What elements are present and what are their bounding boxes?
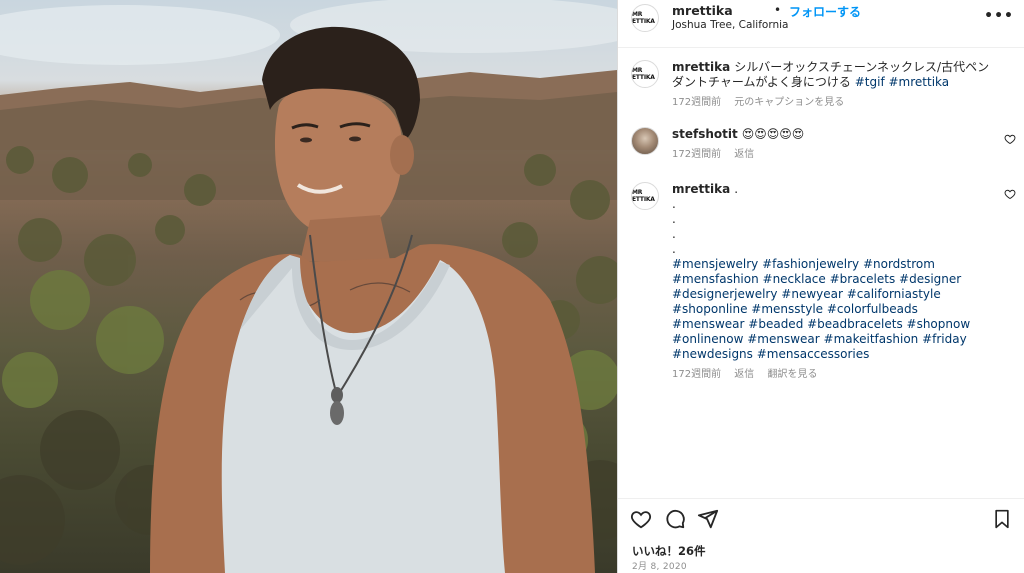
- post-photo-illustration: [0, 0, 617, 573]
- more-options-button[interactable]: •••: [984, 8, 1014, 24]
- comment-time[interactable]: 172週間前: [672, 369, 721, 380]
- post-actions: [618, 508, 1024, 534]
- comment-meta: 172週間前 返信 翻訳を見る: [672, 367, 992, 382]
- post-header: MR ETTIKA mrettika • フォローする Joshua Tree,…: [618, 0, 1024, 36]
- post-photo[interactable]: [0, 0, 617, 573]
- comment-username[interactable]: mrettika: [672, 182, 730, 196]
- comment-dot-line: .: [672, 227, 676, 241]
- comment-icon[interactable]: [664, 508, 686, 530]
- comment-meta: 172週間前 返信: [672, 147, 992, 162]
- caption-body: mrettika シルバーオックスチェーンネックレス/古代ペンダントチャームがよく…: [672, 60, 992, 110]
- see-translation-link[interactable]: 翻訳を見る: [767, 369, 817, 380]
- comment-text: 😍😍😍😍😍: [741, 127, 805, 141]
- likes-count[interactable]: いいね！26件: [632, 543, 706, 559]
- caption-avatar-logo: MR ETTIKA: [632, 67, 655, 81]
- comment-dot-line: .: [672, 242, 676, 256]
- commenter-avatar-logo: MR ETTIKA: [632, 189, 655, 203]
- commenter-avatar[interactable]: MR ETTIKA: [631, 182, 659, 210]
- comments-panel: MR ETTIKA mrettika • フォローする Joshua Tree,…: [618, 0, 1024, 573]
- comment-dot-line: .: [672, 197, 676, 211]
- caption-hashtags[interactable]: #tgif #mrettika: [855, 75, 949, 89]
- reply-button[interactable]: 返信: [734, 369, 754, 380]
- header-separator: •: [774, 3, 782, 17]
- actions-divider: [618, 498, 1024, 499]
- share-icon[interactable]: [697, 508, 719, 530]
- comment-text: .: [734, 182, 739, 196]
- see-original-caption-link[interactable]: 元のキャプションを見る: [734, 97, 844, 108]
- caption-meta: 172週間前 元のキャプションを見る: [672, 95, 992, 110]
- follow-button[interactable]: フォローする: [789, 3, 861, 20]
- post-dialog: MR ETTIKA mrettika • フォローする Joshua Tree,…: [0, 0, 1024, 573]
- caption-username[interactable]: mrettika: [672, 60, 730, 74]
- header-divider: [618, 47, 1024, 48]
- comment-username[interactable]: stefshotit: [672, 127, 738, 141]
- heart-icon[interactable]: [630, 508, 652, 530]
- caption-time[interactable]: 172週間前: [672, 97, 721, 108]
- comment-like-heart-icon[interactable]: [1004, 133, 1016, 145]
- comment-body: mrettika. . . . . #mensjewelry #fashionj…: [672, 182, 992, 382]
- author-username[interactable]: mrettika: [672, 3, 733, 18]
- caption-avatar[interactable]: MR ETTIKA: [631, 60, 659, 88]
- comment-hashtags[interactable]: #mensjewelry #fashionjewelry #nordstrom …: [672, 257, 992, 362]
- author-avatar-logo: MR ETTIKA: [632, 11, 655, 25]
- reply-button[interactable]: 返信: [734, 149, 754, 160]
- author-avatar[interactable]: MR ETTIKA: [631, 4, 659, 32]
- comment-like-heart-icon[interactable]: [1004, 188, 1016, 200]
- bookmark-icon[interactable]: [992, 508, 1012, 530]
- comment-body: stefshotit 😍😍😍😍😍 172週間前 返信: [672, 127, 992, 162]
- commenter-avatar[interactable]: [631, 127, 659, 155]
- comment-dot-line: .: [672, 212, 676, 226]
- comment-time[interactable]: 172週間前: [672, 149, 721, 160]
- post-location[interactable]: Joshua Tree, California: [672, 19, 788, 31]
- post-date[interactable]: 2月 8, 2020: [632, 559, 687, 572]
